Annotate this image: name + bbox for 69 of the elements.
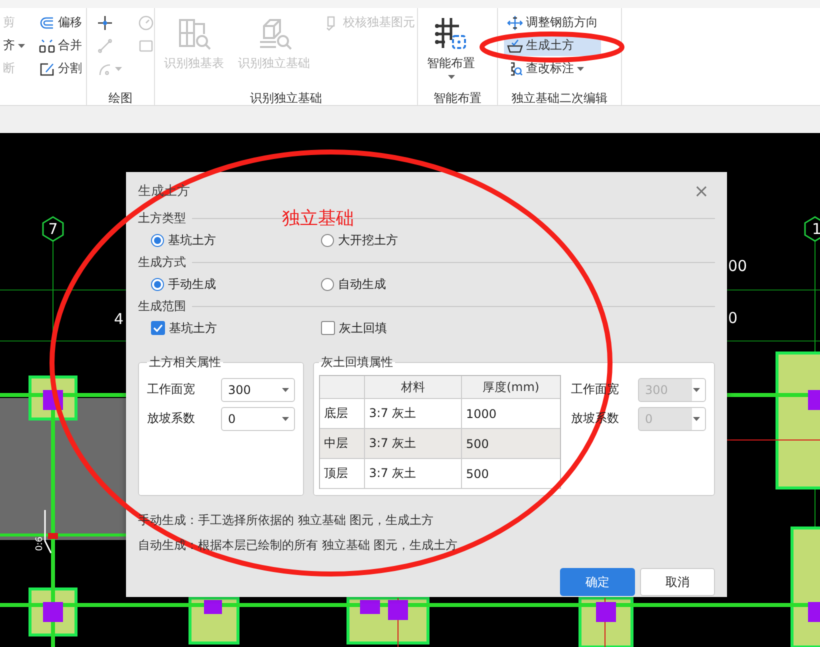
annotation-text: 独立基础 (282, 207, 354, 230)
basin-icon (507, 38, 523, 54)
caret-icon (282, 416, 289, 420)
ribbon-button[interactable]: 合并 (36, 35, 85, 56)
group-label: 智能布置 (432, 90, 482, 107)
arrows-icon (507, 14, 523, 30)
ribbon-button[interactable]: 齐 (0, 35, 28, 56)
option-label[interactable]: 大开挖土方 (338, 232, 398, 248)
dimension-text: 0 (728, 309, 738, 327)
close-button[interactable]: × (688, 180, 715, 202)
radio-button[interactable] (321, 278, 334, 290)
option-label[interactable]: 灰土回填 (339, 320, 387, 336)
offset-icon (39, 14, 55, 30)
ribbon-button[interactable]: 偏移 (36, 12, 85, 33)
option-label[interactable]: 基坑土方 (169, 320, 217, 336)
dropdown-field[interactable]: 300 (221, 378, 295, 402)
table-cell[interactable]: 顶层 (320, 458, 364, 488)
group-label: 独立基础二次编辑 (510, 90, 608, 107)
field-label: 放坡系数 (147, 410, 195, 427)
axis-label: 1 (812, 220, 820, 238)
table-cell[interactable]: 3:7 灰土 (364, 458, 462, 488)
dimension-text: 4 (114, 310, 124, 328)
column-header: 厚度(mm) (462, 376, 560, 398)
group-label: 识别独立基础 (249, 90, 323, 107)
caret-icon (282, 388, 289, 392)
section-title: 生成方式 (138, 254, 186, 270)
panel-title: 灰土回填属性 (320, 354, 394, 371)
dropdown-field[interactable]: 0 (221, 406, 295, 430)
radio-button[interactable] (321, 234, 334, 246)
circle-icon (138, 14, 154, 30)
ribbon-button[interactable]: 查改标注 (504, 58, 601, 79)
axis-label: 7 (48, 220, 58, 238)
column-header: 材料 (364, 376, 462, 398)
option-label[interactable]: 自动生成 (338, 276, 386, 292)
line-icon (97, 38, 113, 54)
ribbon-button[interactable]: 智能布置 (424, 12, 478, 81)
table-cell[interactable]: 500 (462, 428, 560, 458)
grid-layout-icon (433, 16, 469, 52)
confirm-button[interactable]: 确定 (560, 568, 635, 596)
radio-button[interactable] (151, 278, 164, 290)
caret-icon (115, 66, 122, 70)
table-cell[interactable]: 3:7 灰土 (364, 428, 462, 458)
slope-label: 0:6 (35, 536, 45, 551)
group-label: 绘图 (108, 90, 134, 107)
caret-icon (693, 416, 700, 420)
point-icon (97, 14, 113, 30)
section-title: 生成范围 (138, 298, 186, 314)
help-text: 自动生成：根据本层已绘制的所有 独立基础 图元，生成土方 (138, 537, 459, 554)
caret-icon (577, 66, 584, 70)
checkbox[interactable] (321, 321, 335, 335)
field-label: 工作面宽 (147, 381, 195, 398)
ribbon-button[interactable]: 分割 (36, 58, 85, 79)
dimension-text: 00 (728, 257, 748, 275)
table-cell[interactable]: 中层 (320, 428, 364, 458)
radio-button[interactable] (151, 234, 164, 246)
caret-icon (448, 75, 454, 79)
caret-icon (18, 44, 25, 48)
ribbon-button[interactable]: 调整钢筋方向 (504, 12, 601, 33)
cancel-button[interactable]: 取消 (640, 568, 715, 596)
panel-title: 土方相关属性 (148, 354, 222, 371)
option-label[interactable]: 手动生成 (168, 276, 216, 292)
checkbox[interactable] (151, 321, 165, 335)
rectangle-icon (138, 38, 154, 54)
split-icon (39, 60, 55, 76)
option-label[interactable]: 基坑土方 (168, 232, 216, 248)
merge-icon (39, 38, 55, 54)
table-scan-icon (176, 16, 212, 52)
section-title: 土方类型 (138, 210, 186, 226)
caret-icon (693, 388, 700, 392)
